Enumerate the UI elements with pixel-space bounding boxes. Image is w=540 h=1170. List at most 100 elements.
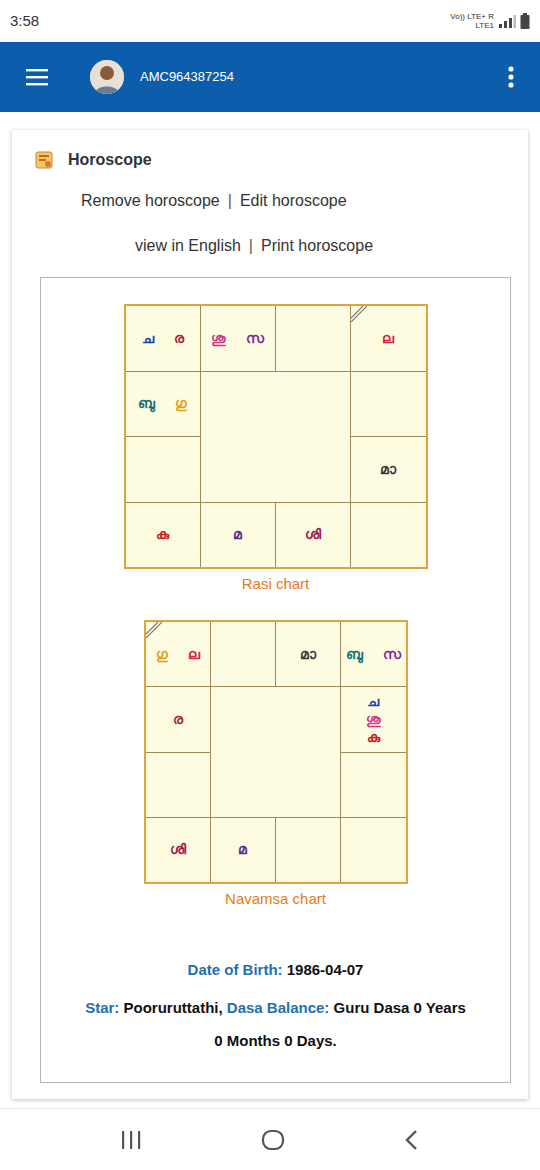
nav-bar (0, 1108, 540, 1170)
separator: | (249, 234, 253, 258)
detail-line: Date of Birth: 1986-04-07 (188, 959, 364, 981)
avatar-icon[interactable] (90, 60, 124, 94)
chart-house: ബുഗു (126, 372, 200, 437)
planet: ശു (211, 328, 226, 349)
back-icon[interactable] (404, 1129, 420, 1151)
link-row: view in English | Print horoscope (12, 235, 528, 257)
action-link[interactable]: Edit horoscope (240, 189, 347, 213)
planet: ല (188, 644, 200, 665)
recents-icon[interactable] (120, 1130, 142, 1150)
status-bar: 3:58 Vo)) LTE+ R LTE1 (0, 0, 540, 42)
planet: സ (246, 328, 264, 349)
chart-label: Rasi chart (242, 574, 310, 594)
planet-group: മാ (300, 644, 316, 665)
chart-house: ശി (146, 818, 210, 882)
chart-house: മാ (351, 437, 425, 502)
action-link[interactable]: Remove horoscope (81, 189, 220, 213)
clock: 3:58 (10, 10, 39, 33)
planet: ര (174, 328, 184, 349)
chart-center (211, 687, 341, 817)
planet: ശി (305, 524, 321, 545)
battery-icon (520, 13, 530, 29)
chart-house: ബു സ (341, 622, 405, 686)
horoscope-chart: ചര ശു സ ല മാ ശി മ കു ബുഗു (124, 304, 428, 569)
chart-house (276, 818, 340, 882)
field-value: Guru Dasa 0 Years (334, 999, 466, 1016)
planet: മ (238, 839, 247, 860)
planet-group: ല (382, 328, 394, 349)
planet: ശി (170, 839, 186, 860)
planet-group: ബുഗു (138, 393, 187, 414)
chart-house: ല (351, 306, 425, 371)
planet-group: ഗു ല (156, 644, 200, 665)
detail-line: 0 Months 0 Days. (214, 1030, 337, 1052)
planet-group: മ (233, 524, 242, 545)
separator: | (228, 189, 232, 213)
chart-house: ഗു ല (146, 622, 210, 686)
planet-group: കു (156, 524, 169, 545)
planet: ഗു (175, 393, 187, 414)
app-bar: AMC964387254 (0, 42, 540, 112)
chart-house (146, 753, 210, 817)
planet-group: ചശുകു (366, 692, 381, 746)
chart-house (126, 437, 200, 502)
menu-icon[interactable] (26, 68, 48, 86)
planet: മാ (300, 644, 316, 665)
network-label: Vo)) LTE+ R (450, 12, 494, 21)
chart-house (276, 306, 350, 371)
chart-center (201, 372, 351, 502)
field-label: Star: (85, 999, 119, 1016)
field-label: Date of Birth: (188, 961, 283, 978)
horoscope-card: Horoscope Remove horoscope | Edit horoscop… (12, 130, 528, 1099)
planet: ച (142, 328, 154, 349)
planet: കു (367, 728, 380, 746)
planet: മാ (380, 459, 396, 480)
planet: കു (156, 524, 169, 545)
planet-group: ചര (142, 328, 184, 349)
chart-house (341, 818, 405, 882)
planet-group: ബു സ (346, 644, 401, 665)
lagna-marker-icon (351, 306, 367, 322)
chart-house (211, 622, 275, 686)
planet: ല (382, 328, 394, 349)
network-label: LTE1 (475, 21, 494, 30)
chart-house: ചശുകു (341, 687, 405, 751)
horoscope-chart: ഗു ല മാ ബു സ ചശുകു മ ശി ര (144, 620, 408, 884)
field-value: Pooruruttathi, (123, 999, 222, 1016)
field-label: Dasa Balance: (227, 999, 330, 1016)
field-value: 1986-04-07 (287, 961, 364, 978)
planet: ഗു (156, 644, 168, 665)
action-link[interactable]: Print horoscope (261, 234, 373, 258)
planet-group: ശി (305, 524, 321, 545)
planet: മ (233, 524, 242, 545)
planet-group: ശി (170, 839, 186, 860)
chart-house (341, 753, 405, 817)
chart-house: ര (146, 687, 210, 751)
link-row: Remove horoscope | Edit horoscope (12, 190, 528, 212)
planet: ച (367, 692, 379, 710)
chart-house: മ (211, 818, 275, 882)
chart-box: ചരശുസലമാശിമകുബുഗുRasi chartഗുലമാബുസചശുകു… (40, 277, 511, 1083)
planet-group: മാ (380, 459, 396, 480)
chart-house (351, 503, 425, 568)
detail-line: Star: Pooruruttathi, Dasa Balance: Guru … (85, 997, 466, 1019)
home-icon[interactable] (261, 1128, 285, 1152)
planet-group: ശു സ (211, 328, 264, 349)
chart-house: കു (126, 503, 200, 568)
chart-house: ശു സ (201, 306, 275, 371)
planet: ബു (346, 644, 363, 665)
chart-house: മാ (276, 622, 340, 686)
more-icon[interactable] (508, 66, 514, 88)
card-title: Horoscope (68, 148, 152, 172)
chart-house: ശി (276, 503, 350, 568)
chart-house: മ (201, 503, 275, 568)
action-link[interactable]: view in English (135, 234, 241, 258)
chart-label: Navamsa chart (225, 889, 326, 909)
horoscope-icon (35, 151, 53, 169)
lagna-marker-icon (146, 622, 162, 638)
planet: സ (383, 644, 401, 665)
planet: ര (173, 709, 183, 730)
signal-icon (498, 14, 516, 28)
planet-group: ര (173, 709, 183, 730)
planet: ശു (366, 710, 381, 728)
